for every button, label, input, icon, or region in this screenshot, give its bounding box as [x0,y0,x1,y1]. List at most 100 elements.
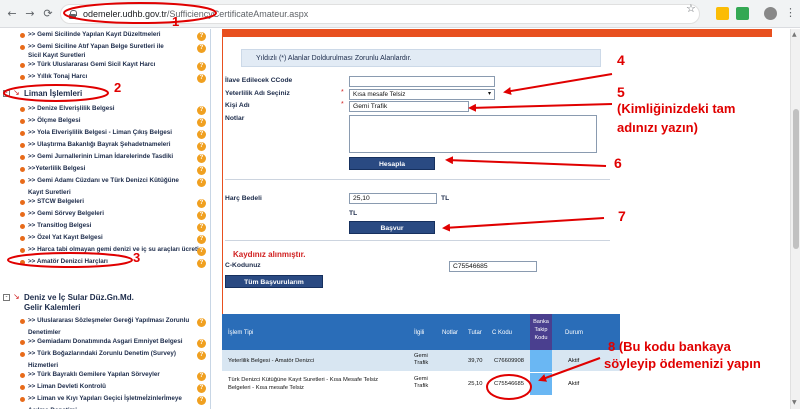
help-icon[interactable]: ? [197,211,206,220]
sidebar-section-liman[interactable]: - ↘ Liman İşlemleri [0,88,211,100]
page-scrollbar[interactable]: ▲ ▼ [790,29,800,409]
url-text: odemeler.udhb.gov.tr/SufficiencyCertific… [83,9,309,19]
basvur-button[interactable]: Başvur [349,221,435,234]
star-icon[interactable]: ☆ [686,2,696,15]
help-icon[interactable]: ? [197,118,206,127]
scroll-up-icon[interactable]: ▲ [792,31,797,38]
kebab-menu-icon[interactable]: ⋮ [785,6,796,19]
harc-label: Harç Bedeli [225,195,262,202]
notlar-textarea[interactable] [349,115,597,153]
hesapla-button[interactable]: Hesapla [349,157,435,170]
sidebar-item[interactable]: >> Harca tabi olmayan gemi denizi ve iç … [0,246,211,256]
sidebar-item-label: >> STCW Belgeleri [28,198,84,205]
yeterlilik-selected: Kısa mesafe Telsiz [353,91,406,98]
sidebar: >> Gemi Sicilinde Yapılan Kayıt Düzeltme… [0,29,211,409]
annotation-6: 6 [614,155,622,171]
sidebar-item[interactable]: >> Gemi Adamı Cüzdanı ve Türk Denizci Kü… [0,177,211,187]
help-icon[interactable]: ? [197,74,206,83]
collapse-icon[interactable]: - [3,90,10,97]
help-icon[interactable]: ? [197,223,206,232]
ccode-input[interactable] [349,76,495,87]
extension-icon[interactable] [736,7,749,20]
help-icon[interactable]: ? [197,235,206,244]
annotation-3: 3 [133,250,141,265]
sidebar-item[interactable]: >>Yeterlilik Belgesi? [0,165,211,175]
sidebar-item-label: >> Denize Elverişlilik Belgesi [28,105,115,112]
sidebar-item[interactable]: >> Gemi Jurnallerinin Liman İdarelerinde… [0,153,211,163]
table-row[interactable]: Yeterlilik Belgesi - Amatör Denizci Gemi… [222,350,620,372]
help-icon[interactable]: ? [197,32,206,41]
help-icon[interactable]: ? [197,178,206,187]
sidebar-item[interactable]: >> Özel Yat Kayıt Belgesi? [0,234,211,244]
cell-durum: Aktif [568,381,580,387]
address-bar[interactable]: odemeler.udhb.gov.tr/SufficiencyCertific… [60,4,700,24]
cell-banka [530,373,552,395]
cell-islem: Yeterlilik Belgesi - Amatör Denizci [228,358,315,364]
cell-tutar: 39,70 [468,358,483,364]
col-durum: Durum [565,330,584,336]
sidebar-item[interactable]: >> STCW Belgeleri? [0,198,211,208]
sidebar-item[interactable]: >> Transitlog Belgesi? [0,222,211,232]
help-icon[interactable]: ? [197,130,206,139]
help-icon[interactable]: ? [197,106,206,115]
scroll-thumb[interactable] [793,109,799,249]
currency-unit: TL [441,195,450,202]
help-icon[interactable]: ? [197,166,206,175]
col-islem-tipi: İşlem Tipi [228,330,254,336]
kisi-input[interactable]: Gemi Trafik [349,101,469,112]
col-banka-takip-kodu: Banka Takip Kodu [530,314,552,350]
cell-ckodu: C76609908 [494,358,524,364]
bullet-icon [20,224,25,229]
sidebar-item[interactable]: >> Liman ve Kıyı Yapıları Geçici İşletme… [0,395,211,405]
help-icon[interactable]: ? [197,351,206,360]
sidebar-item-label: >> Gemiadamı Donatımında Asgari Emniyet … [28,338,183,345]
help-icon[interactable]: ? [197,339,206,348]
cell-ilgili: Gemi Trafik [414,353,429,366]
help-icon[interactable]: ? [197,154,206,163]
sidebar-item[interactable]: >> Ölçme Belgesi? [0,117,211,127]
help-icon[interactable]: ? [197,259,206,268]
chevron-down-icon: ▾ [487,90,491,97]
help-icon[interactable]: ? [197,318,206,327]
forward-icon[interactable]: → [22,6,38,22]
help-icon[interactable]: ? [197,247,206,256]
collapse-icon[interactable]: - [3,294,10,301]
sidebar-item[interactable]: >> Türk Uluslararası Gemi Sicil Kayıt Ha… [0,61,211,71]
sidebar-item[interactable]: >> Liman Devleti Kontrolü? [0,383,211,393]
annotation-4: 4 [617,52,625,68]
sidebar-item[interactable]: >> Gemiadamı Donatımında Asgari Emniyet … [0,338,211,348]
scroll-down-icon[interactable]: ▼ [792,399,797,406]
divider [225,240,610,241]
help-icon[interactable]: ? [197,396,206,405]
bullet-icon [20,63,25,68]
sidebar-item[interactable]: >> Yola Elverişlilik Belgesi - Liman Çık… [0,129,211,139]
help-icon[interactable]: ? [197,142,206,151]
sidebar-item[interactable]: >> Türk Boğazlarındaki Zorunlu Denetim (… [0,350,211,360]
back-icon[interactable]: ← [4,6,20,22]
help-icon[interactable]: ? [197,199,206,208]
sidebar-item[interactable]: >> Gemi Sicilinde Yapılan Kayıt Düzeltme… [0,31,211,41]
reload-icon[interactable]: ⟳ [40,6,56,22]
help-icon[interactable]: ? [197,372,206,381]
extension-icon[interactable] [716,7,729,20]
profile-icon[interactable] [764,7,777,20]
form-panel: Yıldızlı (*) Alanlar Doldurulması Zorunl… [222,37,620,315]
sidebar-item[interactable]: >> Ulaştırma Bakanlığı Bayrak Şehadetnam… [0,141,211,151]
help-icon[interactable]: ? [197,384,206,393]
sidebar-item[interactable]: >> Denize Elverişlilik Belgesi? [0,105,211,115]
sidebar-item[interactable]: >> Amatör Denizci Harçları? [0,258,211,268]
help-icon[interactable]: ? [197,62,206,71]
sidebar-item[interactable]: >> Uluslararası Sözleşmeler Gereği Yapıl… [0,317,211,327]
yeterlilik-select[interactable]: Kısa mesafe Telsiz ▾ [349,89,495,100]
bullet-icon [20,119,25,124]
col-notlar: Notlar [442,330,459,336]
table-row[interactable]: Türk Denizci Kütüğüne Kayıt Suretleri - … [222,373,620,395]
cell-islem-line2: Belgeleri - Kısa mesafe Telsiz [228,385,304,391]
sidebar-item-label: >> Türk Bayraklı Gemilere Yapılan Sörvey… [28,371,160,378]
sidebar-item[interactable]: >> Yıllık Tonaj Harcı ? [0,73,211,83]
sidebar-item[interactable]: >> Gemi Sörvey Belgeleri? [0,210,211,220]
tum-basvurular-button[interactable]: Tüm Başvurularım [225,275,323,288]
ckod-input: C75546685 [449,261,537,272]
bullet-icon [20,212,25,217]
sidebar-item[interactable]: >> Türk Bayraklı Gemilere Yapılan Sörvey… [0,371,211,381]
